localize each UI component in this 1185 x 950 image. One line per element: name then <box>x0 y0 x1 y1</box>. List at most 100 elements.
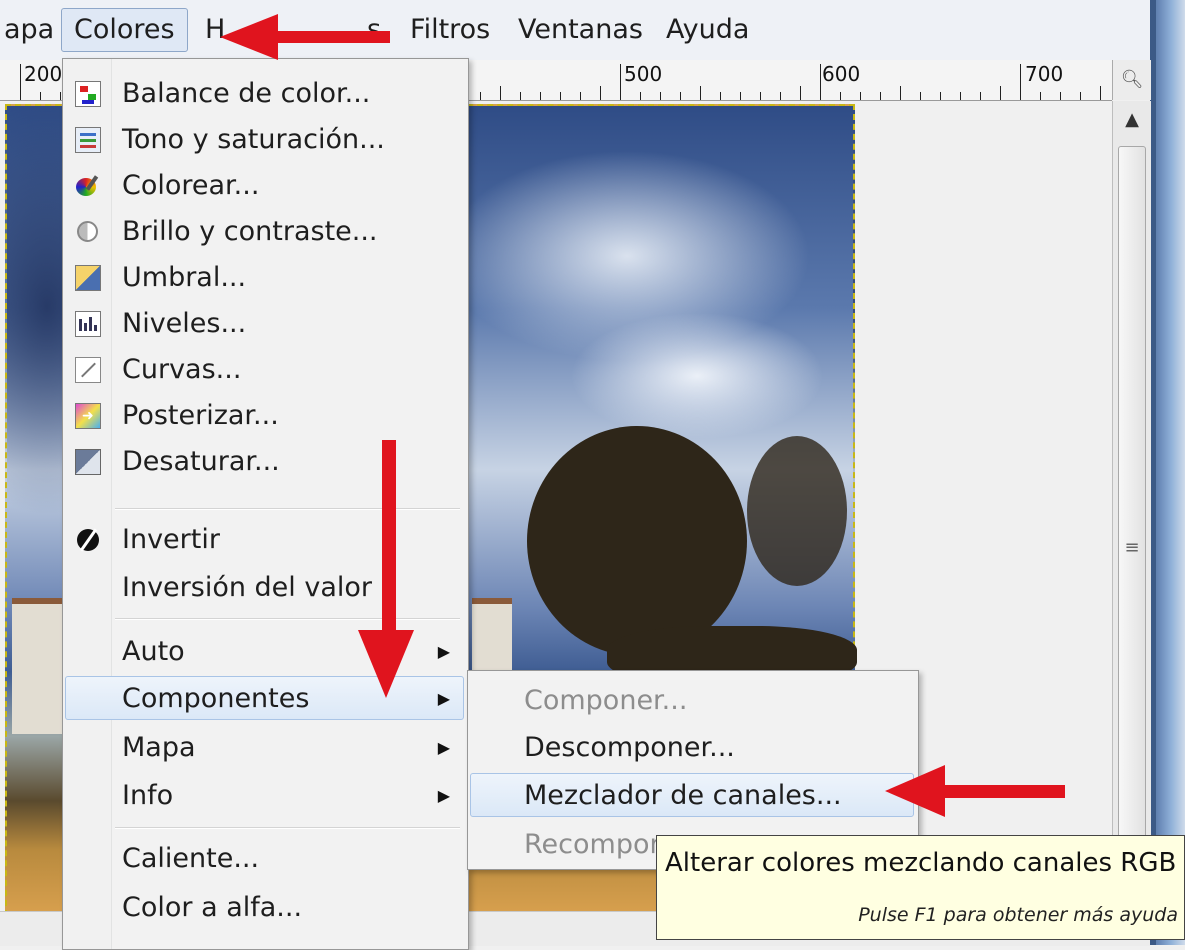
menu-separator <box>115 827 460 829</box>
menu-filtros[interactable]: Filtros <box>398 8 502 52</box>
menu-item-posterizar[interactable]: ➜ Posterizar... <box>65 394 464 438</box>
ruler-tick <box>760 92 761 100</box>
ruler-tick <box>520 92 521 100</box>
menu-item-label: Brillo y contraste... <box>122 216 378 247</box>
tooltip: Alterar colores mezclando canales RGB Pu… <box>656 835 1185 940</box>
ruler-tick <box>740 92 741 100</box>
ruler-label: 200 <box>24 62 63 86</box>
vertical-scrollbar[interactable]: ▲ ≡ <box>1112 101 1151 918</box>
ruler-tick <box>900 86 901 100</box>
ruler-tick <box>700 86 701 100</box>
brightness-contrast-icon <box>75 219 101 245</box>
menu-item-label: Niveles... <box>122 308 247 339</box>
menu-item-caliente[interactable]: Caliente... <box>65 837 464 881</box>
menu-item-label: Auto <box>122 636 185 667</box>
ruler-tick <box>1060 92 1061 100</box>
ruler-tick <box>860 92 861 100</box>
menu-item-label: Info <box>122 780 174 811</box>
submenu-arrow-icon: ▶ <box>437 738 450 757</box>
ruler-label: 500 <box>624 62 663 86</box>
menu-item-umbral[interactable]: Umbral... <box>65 256 464 300</box>
ruler-tick <box>500 86 501 100</box>
submenu-item-mezclador-de-canales[interactable]: Mezclador de canales... <box>470 773 914 817</box>
submenu-item-label: Descomponer... <box>524 732 735 763</box>
menu-item-info[interactable]: Info ▶ <box>65 774 464 818</box>
ruler-tick <box>640 92 641 100</box>
tree <box>527 426 747 656</box>
zoom-icon[interactable]: 🔍︎ <box>1112 60 1151 100</box>
scroll-up-icon[interactable]: ▲ <box>1113 109 1151 130</box>
ruler-tick <box>40 92 41 100</box>
invert-icon <box>75 527 101 553</box>
submenu-arrow-icon: ▶ <box>437 642 450 661</box>
grip-icon: ≡ <box>1124 537 1140 558</box>
annotation-arrow-left-icon <box>885 765 1065 817</box>
posterize-icon: ➜ <box>75 403 101 429</box>
ruler-tick <box>940 92 941 100</box>
ruler-tick <box>960 92 961 100</box>
menu-item-label: Inversión del valor <box>122 572 373 603</box>
menu-item-label: Curvas... <box>122 354 242 385</box>
curves-icon <box>75 357 101 383</box>
menu-item-label: Colorear... <box>122 170 260 201</box>
ruler-tick <box>620 64 621 100</box>
annotation-arrow-left-icon <box>220 14 390 60</box>
menu-colores[interactable]: Colores <box>61 8 188 52</box>
menu-item-label: Posterizar... <box>122 400 279 431</box>
ruler-tick <box>580 92 581 100</box>
ruler-tick <box>780 92 781 100</box>
ruler-tick <box>60 92 61 100</box>
menu-item-balance-de-color[interactable]: Balance de color... <box>65 72 464 116</box>
menu-item-brillo-y-contraste[interactable]: Brillo y contraste... <box>65 210 464 254</box>
menu-item-label: Desaturar... <box>122 446 280 477</box>
ruler-tick <box>800 86 801 100</box>
ruler-tick <box>1100 86 1101 100</box>
scrollbar-thumb[interactable]: ≡ <box>1118 146 1146 918</box>
menu-item-label: Componentes <box>122 683 310 714</box>
ruler-label: 700 <box>1025 62 1064 86</box>
tooltip-text: Alterar colores mezclando canales RGB <box>665 848 1177 878</box>
menu-item-color-a-alfa[interactable]: Color a alfa... <box>65 886 464 930</box>
ruler-tick <box>880 92 881 100</box>
color-balance-icon <box>75 81 101 107</box>
ruler-tick <box>680 92 681 100</box>
ruler-tick <box>920 92 921 100</box>
ruler-tick <box>540 92 541 100</box>
levels-icon <box>75 311 101 337</box>
submenu-item-label: Mezclador de canales... <box>524 780 842 811</box>
menu-item-tono-y-saturacion[interactable]: Tono y saturación... <box>65 118 464 162</box>
ruler-tick <box>820 64 821 100</box>
menu-item-niveles[interactable]: Niveles... <box>65 302 464 346</box>
submenu-item-descomponer[interactable]: Descomponer... <box>470 726 914 770</box>
menu-ventanas[interactable]: Ventanas <box>506 8 655 52</box>
menu-ayuda[interactable]: Ayuda <box>654 8 761 52</box>
menu-item-label: Balance de color... <box>122 78 371 109</box>
ruler-tick <box>560 92 561 100</box>
menu-item-label: Mapa <box>122 732 196 763</box>
ruler-tick <box>480 92 481 100</box>
ruler-tick <box>660 92 661 100</box>
menu-item-label: Tono y saturación... <box>122 124 385 155</box>
ruler-tick <box>20 64 21 100</box>
menu-item-mapa[interactable]: Mapa ▶ <box>65 726 464 770</box>
menu-item-label: Invertir <box>122 524 220 555</box>
menu-item-colorear[interactable]: Colorear... <box>65 164 464 208</box>
submenu-item-label: Recompon <box>524 829 667 860</box>
menu-item-label: Color a alfa... <box>122 892 303 923</box>
ruler-tick <box>1020 64 1021 100</box>
ruler-tick <box>980 92 981 100</box>
desaturate-icon <box>75 449 101 475</box>
ruler-tick <box>1000 86 1001 100</box>
building <box>12 598 67 734</box>
menubar: apa Colores H s Filtros Ventanas Ayuda <box>0 0 1150 61</box>
ruler-label: 600 <box>822 62 861 86</box>
menu-item-curvas[interactable]: Curvas... <box>65 348 464 392</box>
hue-saturation-icon <box>75 127 101 153</box>
ruler-tick <box>720 92 721 100</box>
window-border <box>1150 0 1185 945</box>
menu-capa[interactable]: apa <box>0 8 66 52</box>
annotation-arrow-down-icon <box>358 440 414 698</box>
threshold-icon <box>75 265 101 291</box>
submenu-item-componer[interactable]: Componer... <box>470 679 914 723</box>
menu-item-label: Caliente... <box>122 843 260 874</box>
